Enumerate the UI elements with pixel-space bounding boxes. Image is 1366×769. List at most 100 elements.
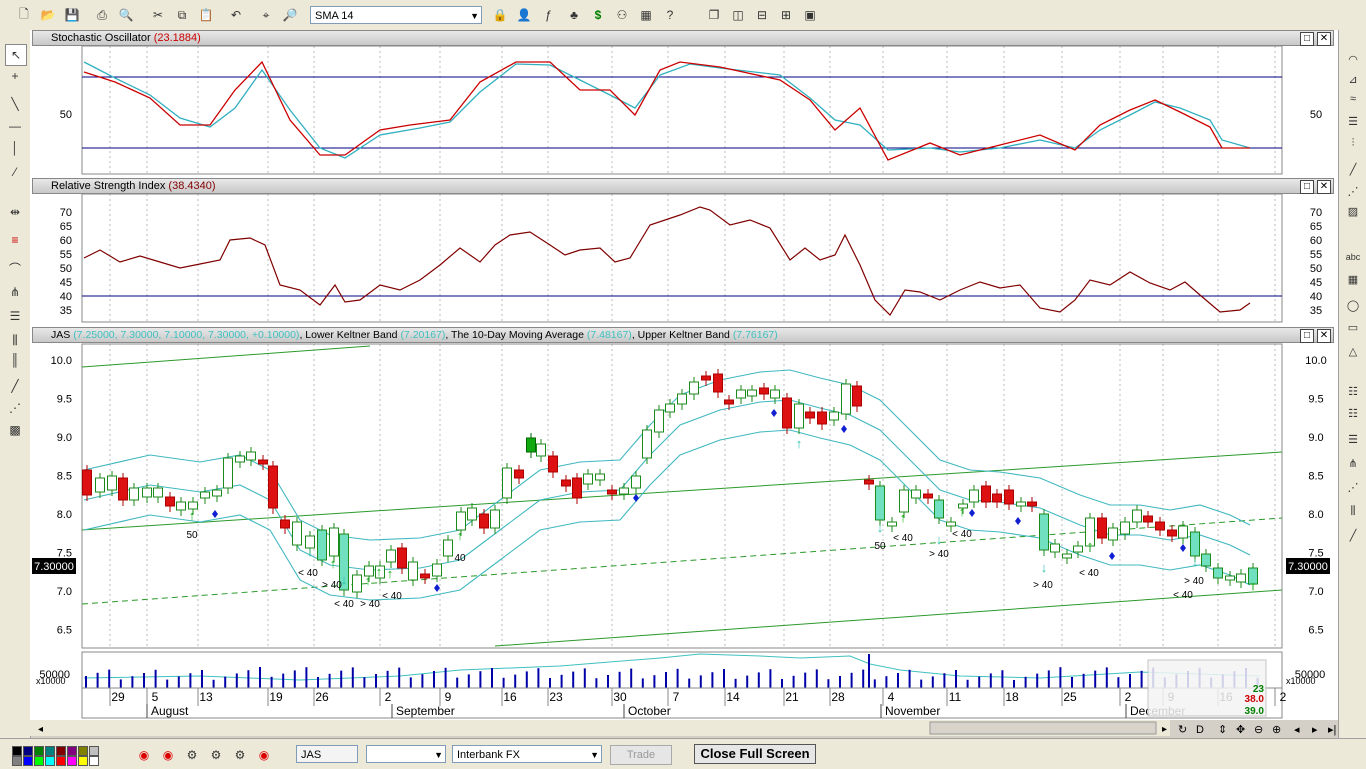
color-swatch[interactable]	[12, 756, 22, 766]
buy-signal-arrow-icon: ↑	[900, 510, 907, 525]
next-icon[interactable]: ▸	[1312, 724, 1318, 736]
day-button[interactable]: D	[1196, 724, 1204, 736]
scroll-thumb[interactable]	[929, 721, 1157, 735]
candle-body	[258, 459, 268, 465]
sell-signal-arrow-icon: ↓	[877, 520, 884, 535]
navigation-controls: ↻ D ⇕ ✥ ⊖ ⊕ ◂ ▸ ▸|	[1178, 724, 1336, 736]
diamond-marker	[771, 409, 777, 417]
color-swatch[interactable]	[89, 746, 99, 756]
browser-icon-3[interactable]: ◉	[254, 745, 274, 765]
candle-body	[386, 549, 396, 563]
candle-body	[713, 373, 723, 393]
candle-body	[142, 487, 152, 498]
volume-multiplier-left: x10000	[36, 676, 66, 686]
rsi-ytick-left: 35	[60, 305, 72, 317]
candle-body	[129, 487, 139, 501]
candle-body	[747, 389, 757, 397]
candle-body	[701, 375, 711, 381]
trade-button[interactable]: Trade	[610, 745, 672, 765]
candle-body	[841, 383, 851, 415]
color-swatch[interactable]	[89, 756, 99, 766]
market-select[interactable]: Interbank FX ▼	[452, 745, 602, 763]
zoom-out-icon[interactable]: ⊖	[1254, 724, 1263, 736]
color-swatch[interactable]	[56, 746, 66, 756]
color-swatch[interactable]	[34, 746, 44, 756]
candle-body	[1155, 521, 1165, 531]
horizontal-scrollbar[interactable]: ◂ ▸	[30, 720, 1170, 736]
scroll-right-icon[interactable]: ▸	[1162, 724, 1167, 735]
robot-icon-1[interactable]: ⚙	[182, 745, 202, 765]
date-label-day: 16	[503, 690, 517, 704]
candle-body	[1050, 543, 1060, 553]
rsi-ytick-right: 65	[1310, 221, 1322, 233]
color-swatch[interactable]	[23, 746, 33, 756]
timeframe-select[interactable]: ▼	[366, 745, 446, 763]
color-swatch[interactable]	[12, 746, 22, 756]
symbol-input[interactable]: JAS	[296, 745, 358, 763]
date-label-day: 4	[888, 690, 895, 704]
candle-body	[631, 475, 641, 489]
candle-body	[946, 521, 956, 527]
candle-body	[992, 493, 1002, 503]
candle-body	[782, 397, 792, 429]
rsi-ytick-left: 40	[60, 291, 72, 303]
chevron-down-icon: ▼	[590, 750, 599, 760]
prev-icon[interactable]: ◂	[1294, 724, 1300, 736]
trendline-upper	[81, 345, 371, 368]
date-label-day: 25	[1063, 690, 1077, 704]
candle-body	[899, 489, 909, 513]
date-label-day: 30	[613, 690, 627, 704]
candle-body	[677, 393, 687, 405]
candle-body	[200, 491, 210, 499]
signal-label: > 40	[322, 580, 342, 591]
candle-body	[969, 489, 979, 503]
candle-body	[82, 469, 92, 496]
rsi-ytick-left: 60	[60, 235, 72, 247]
refresh-icon[interactable]: ↻	[1178, 724, 1187, 736]
move-icon[interactable]: ✥	[1236, 724, 1245, 736]
month-label: August	[151, 704, 189, 718]
upper-keltner-band	[83, 369, 1251, 541]
color-swatch[interactable]	[78, 746, 88, 756]
candle-body	[1190, 531, 1200, 557]
candle-body	[95, 477, 105, 493]
browser-icon-2[interactable]: ◉	[158, 745, 178, 765]
candle-body	[595, 473, 605, 481]
candle-body	[1004, 489, 1014, 505]
candle-body	[1120, 521, 1130, 535]
robot-icon-3[interactable]: ⚙	[230, 745, 250, 765]
chart-canvas[interactable]: 50 50 70 7065 6560 6055 5550 5045 4540 4035 35 1…	[0, 0, 1366, 738]
candle-body	[165, 496, 175, 507]
end-icon[interactable]: ▸|	[1328, 724, 1336, 736]
price-ytick-left: 9.0	[57, 432, 72, 444]
color-swatch[interactable]	[56, 756, 66, 766]
scale-vertical-icon[interactable]: ⇕	[1218, 724, 1227, 736]
date-label-day: 2	[385, 690, 392, 704]
candle-body	[352, 574, 362, 593]
date-label-day: 29	[111, 690, 125, 704]
scroll-left-icon[interactable]: ◂	[38, 724, 43, 735]
sell-signal-arrow-icon: ↓	[307, 544, 314, 559]
color-swatch[interactable]	[67, 756, 77, 766]
candle-body	[292, 521, 302, 546]
color-swatch[interactable]	[78, 756, 88, 766]
buy-signal-arrow-icon: ↑	[387, 566, 394, 581]
price-ytick-right: 6.5	[1308, 625, 1323, 637]
candle-body	[443, 539, 453, 557]
signal-label: 50	[874, 541, 886, 552]
mini-navigator[interactable]: 23 38.0 39.0	[1147, 659, 1267, 717]
browser-icon-1[interactable]: ◉	[134, 745, 154, 765]
buy-signal-arrow-icon: ↑	[959, 504, 966, 519]
robot-icon-2[interactable]: ⚙	[206, 745, 226, 765]
candle-body	[153, 487, 163, 498]
close-full-screen-button[interactable]: Close Full Screen	[694, 744, 816, 764]
color-swatch[interactable]	[45, 746, 55, 756]
zoom-in-icon[interactable]: ⊕	[1272, 724, 1281, 736]
color-swatch[interactable]	[45, 756, 55, 766]
candle-body	[514, 469, 524, 479]
color-swatch[interactable]	[67, 746, 77, 756]
color-swatch[interactable]	[23, 756, 33, 766]
candle-body	[536, 443, 546, 457]
candle-body	[397, 547, 407, 569]
color-swatch[interactable]	[34, 756, 44, 766]
